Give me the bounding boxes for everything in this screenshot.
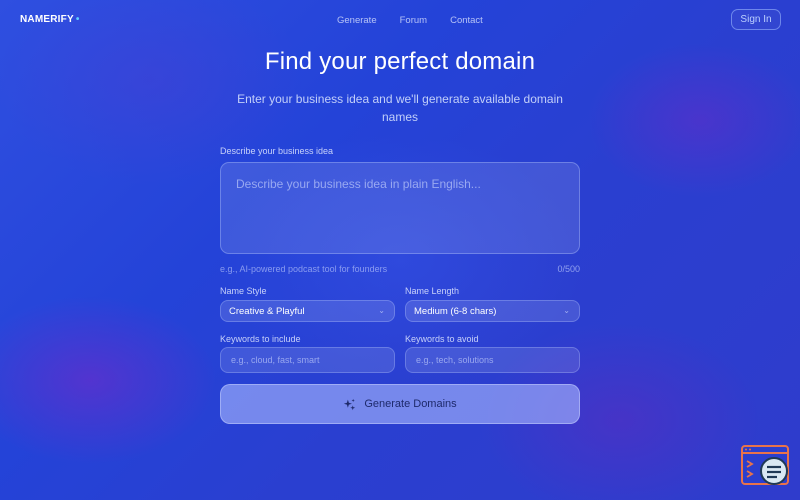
generate-domains-button[interactable]: Generate Domains (220, 384, 580, 424)
page-subtitle: Enter your business idea and we'll gener… (237, 92, 563, 124)
top-nav: NAMERIFY • Generate Forum Contact Sign In (0, 0, 800, 40)
name-length-value: Medium (6-8 chars) (414, 305, 497, 317)
keywords-avoid-placeholder: e.g., tech, solutions (416, 355, 494, 365)
help-widget-icon[interactable] (741, 445, 791, 487)
name-length-select[interactable]: Medium (6-8 chars) ⌄ (405, 300, 580, 322)
logo-dot: • (75, 14, 80, 25)
logo-text: NAMERIFY (20, 14, 74, 25)
business-idea-textarea[interactable]: Describe your business idea in plain Eng… (220, 162, 580, 254)
char-counter: 0/500 (557, 264, 580, 274)
keywords-avoid-label: Keywords to avoid (405, 334, 479, 344)
keywords-include-label: Keywords to include (220, 334, 301, 344)
name-style-label: Name Style (220, 286, 267, 296)
logo[interactable]: NAMERIFY • (20, 14, 80, 25)
keywords-include-placeholder: e.g., cloud, fast, smart (231, 355, 320, 365)
generate-domains-label: Generate Domains (364, 398, 457, 410)
chevron-down-icon: ⌄ (378, 306, 385, 315)
chevron-down-icon: ⌄ (563, 306, 570, 315)
keywords-avoid-input[interactable]: e.g., tech, solutions (405, 347, 580, 373)
nav-links: Generate Forum Contact (337, 15, 483, 26)
sign-in-button[interactable]: Sign In (731, 9, 781, 30)
nav-link-generate[interactable]: Generate (337, 15, 377, 26)
page-title: Find your perfect domain (264, 48, 536, 75)
idea-label: Describe your business idea (220, 146, 334, 156)
nav-link-contact[interactable]: Contact (450, 15, 483, 26)
nav-link-forum[interactable]: Forum (400, 15, 427, 26)
name-style-select[interactable]: Creative & Playful ⌄ (220, 300, 395, 322)
name-length-label: Name Length (405, 286, 460, 296)
idea-hint: e.g., AI-powered podcast tool for founde… (220, 264, 388, 274)
keywords-include-input[interactable]: e.g., cloud, fast, smart (220, 347, 395, 373)
sparkles-icon (344, 398, 356, 410)
name-style-value: Creative & Playful (229, 305, 305, 317)
idea-placeholder: Describe your business idea in plain Eng… (236, 177, 481, 191)
